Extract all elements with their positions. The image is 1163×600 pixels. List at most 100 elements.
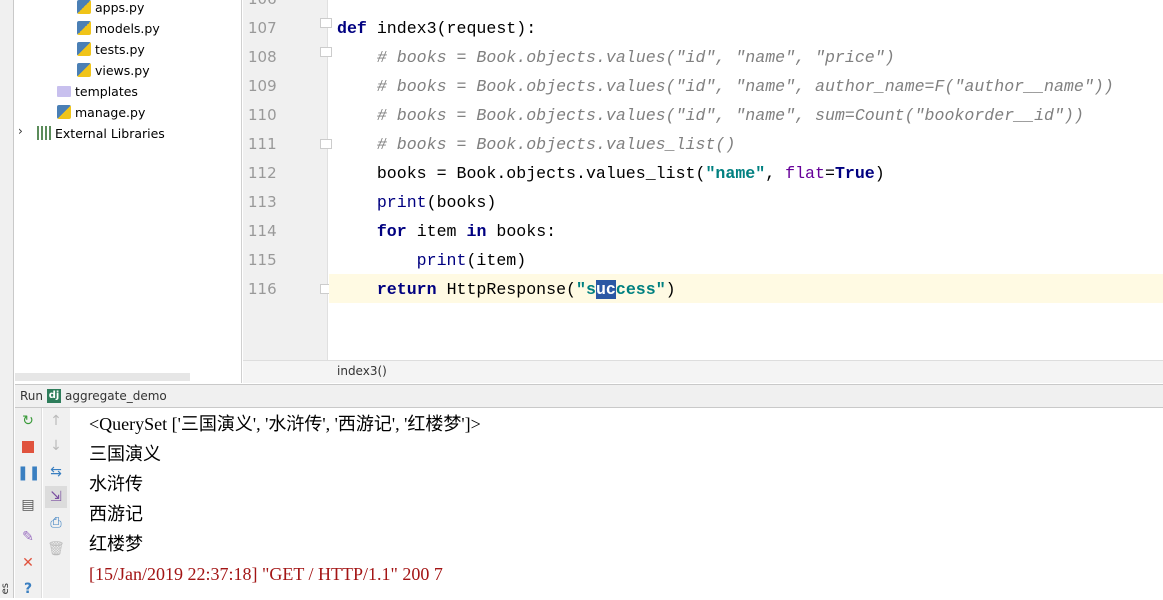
tree-item[interactable]: views.py xyxy=(77,60,150,80)
tree-item-label: views.py xyxy=(95,62,150,78)
console-line: 红楼梦 xyxy=(89,534,143,554)
python-file-icon xyxy=(77,42,91,56)
code-line: print(item) xyxy=(337,246,527,275)
soft-wrap-icon[interactable]: ⇆ xyxy=(45,461,67,483)
code-token: books = Book.objects.values_list( xyxy=(337,164,706,183)
print-icon[interactable]: ⎙ xyxy=(45,512,67,534)
tool-strip-label[interactable]: es xyxy=(0,583,11,594)
code-token: def xyxy=(337,19,377,38)
pause-icon[interactable]: ❚❚ xyxy=(17,462,40,484)
code-token: "name" xyxy=(705,164,766,183)
console-line: [15/Jan/2019 22:37:18] "GET / HTTP/1.1" … xyxy=(89,564,443,584)
code-token: index3(request): xyxy=(376,19,537,38)
python-file-icon xyxy=(77,21,91,35)
code-token: ) xyxy=(874,164,885,183)
run-toolbar-secondary: ↑ ↓ ⇆ ⇲ ⎙ 🗑 xyxy=(43,408,70,598)
tree-item-label: tests.py xyxy=(95,41,145,57)
tree-horizontal-scrollbar[interactable] xyxy=(15,373,190,381)
code-line: books = Book.objects.values_list("name",… xyxy=(337,159,885,188)
code-line: for item in books: xyxy=(337,217,556,246)
code-line: def index3(request): xyxy=(337,14,536,43)
code-token: cess" xyxy=(615,280,666,299)
python-file-icon xyxy=(77,0,91,14)
code-token: HttpResponse( xyxy=(446,280,577,299)
code-token: # books = Book.objects.values_list() xyxy=(376,135,736,154)
console-line: <QuerySet ['三国演义', '水浒传', '西游记', '红楼梦']> xyxy=(89,414,481,434)
code-editor[interactable]: def index3(request): # books = Book.obje… xyxy=(329,0,1163,360)
breadcrumb-function[interactable]: index3() xyxy=(337,364,387,378)
code-line: print(books) xyxy=(337,188,497,217)
code-token: print xyxy=(376,193,427,212)
code-token: , xyxy=(765,164,786,183)
breadcrumb-bar: index3() xyxy=(243,360,1163,383)
library-icon xyxy=(37,126,51,140)
console-line: 水浒传 xyxy=(89,474,143,494)
code-token: # books = Book.objects.values("id", "nam… xyxy=(376,77,1114,96)
code-token: in xyxy=(466,222,497,241)
tree-item[interactable]: models.py xyxy=(77,18,160,38)
code-token: "s xyxy=(576,280,596,299)
tree-item[interactable]: tests.py xyxy=(77,39,145,59)
line-number: 113 xyxy=(248,193,277,211)
python-file-icon xyxy=(57,105,71,119)
line-number: 116 xyxy=(248,280,277,298)
restore-layout-icon[interactable]: ▤ xyxy=(17,494,39,516)
line-number: 106 xyxy=(248,0,288,14)
run-config-tab[interactable]: aggregate_demo xyxy=(65,389,167,403)
tree-item-label: External Libraries xyxy=(55,125,165,141)
line-number: 108 xyxy=(248,48,277,66)
chevron-right-icon[interactable]: › xyxy=(18,124,23,138)
tree-item[interactable]: templates xyxy=(57,81,138,101)
tree-item[interactable]: apps.py xyxy=(77,0,144,17)
console-line: 西游记 xyxy=(89,504,143,524)
code-token: (item) xyxy=(466,251,527,270)
code-token: True xyxy=(834,164,875,183)
python-file-icon xyxy=(77,63,91,77)
help-icon[interactable]: ? xyxy=(17,578,39,600)
stop-button[interactable] xyxy=(17,436,39,458)
line-number: 112 xyxy=(248,164,277,182)
code-token: books: xyxy=(496,222,557,241)
code-line: # books = Book.objects.values("id", "nam… xyxy=(337,43,895,72)
arrow-up-icon[interactable]: ↑ xyxy=(45,410,67,432)
code-token: # books = Book.objects.values("id", "nam… xyxy=(376,106,1084,125)
code-token: flat xyxy=(785,164,825,183)
code-token: item xyxy=(416,222,467,241)
run-panel-header: Run dj aggregate_demo xyxy=(15,384,1163,408)
line-number: 107 xyxy=(248,19,277,37)
pin-icon[interactable]: ✎ xyxy=(17,526,39,548)
run-toolbar-primary: ↻ ❚❚ ▤ ✎ ✕ ? xyxy=(15,408,42,598)
trash-icon[interactable]: 🗑 xyxy=(45,538,67,560)
code-line: # books = Book.objects.values("id", "nam… xyxy=(337,72,1114,101)
code-line: # books = Book.objects.values_list() xyxy=(337,130,735,159)
line-number: 111 xyxy=(248,135,277,153)
tree-item-label: manage.py xyxy=(75,104,146,120)
code-token: ) xyxy=(665,280,676,299)
code-line: # books = Book.objects.values("id", "nam… xyxy=(337,101,1084,130)
line-number: 110 xyxy=(248,106,277,124)
console-line: 三国演义 xyxy=(89,444,161,464)
arrow-down-icon[interactable]: ↓ xyxy=(45,435,67,457)
tree-item[interactable]: External Libraries xyxy=(37,123,165,143)
code-token: (books) xyxy=(426,193,497,212)
code-token: for xyxy=(376,222,417,241)
django-icon: dj xyxy=(47,389,62,403)
line-number: 115 xyxy=(248,251,277,269)
editor-gutter: 106 107 108 109 110 111 112 113 114 115 116 xyxy=(243,0,332,360)
console-output[interactable]: <QuerySet ['三国演义', '水浒传', '西游记', '红楼梦']>… xyxy=(70,408,1163,598)
code-token: return xyxy=(376,280,447,299)
code-line: return HttpResponse("success") xyxy=(337,275,676,304)
code-token: print xyxy=(416,251,467,270)
scroll-to-end-icon[interactable]: ⇲ xyxy=(45,486,67,508)
tree-item[interactable]: manage.py xyxy=(57,102,145,122)
left-tool-strip: es xyxy=(0,0,14,598)
rerun-icon[interactable]: ↻ xyxy=(17,410,39,432)
code-token: = xyxy=(824,164,835,183)
close-icon[interactable]: ✕ xyxy=(17,552,39,574)
